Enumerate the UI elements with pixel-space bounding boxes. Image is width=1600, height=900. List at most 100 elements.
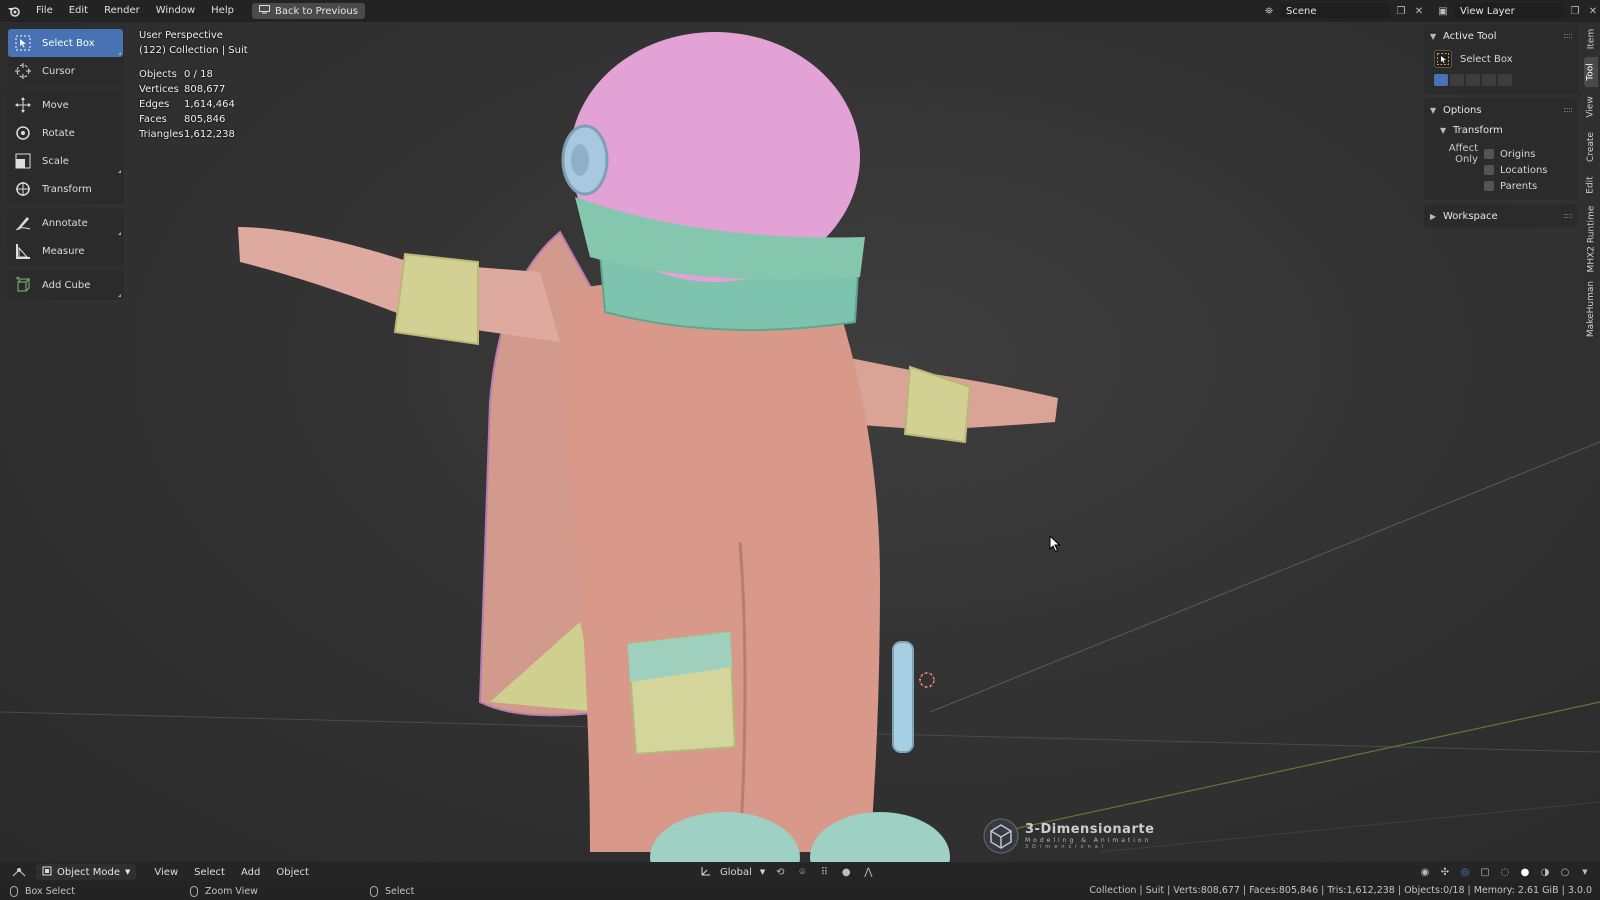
material-shading-icon[interactable]: ◑ <box>1538 865 1552 879</box>
gizmo-icon[interactable]: ✣ <box>1438 865 1452 879</box>
proportional-editing-icon[interactable]: ● <box>839 865 853 879</box>
pivot-point-icon[interactable]: ⟲ <box>773 865 787 879</box>
hint-select: Select <box>360 885 540 897</box>
tool-label: Select Box <box>42 37 95 49</box>
mode-invert-button[interactable] <box>1482 74 1496 86</box>
menu-select[interactable]: Select <box>186 867 233 878</box>
tab-create[interactable]: Create <box>1584 127 1598 167</box>
scene-icon[interactable]: ⛯ <box>1262 4 1276 18</box>
tab-edit[interactable]: Edit <box>1584 170 1598 200</box>
locations-checkbox[interactable] <box>1484 165 1494 175</box>
tool-transform[interactable]: Transform <box>8 175 123 203</box>
stat-label: Objects <box>139 69 177 80</box>
back-to-previous-button[interactable]: Back to Previous <box>251 3 365 19</box>
stat-row: Edges 1,614,464 <box>139 97 248 112</box>
menu-help[interactable]: Help <box>203 0 242 22</box>
orientation-dropdown[interactable]: Global <box>720 867 752 878</box>
stat-label: Triangles <box>139 129 184 140</box>
shading-options-icon[interactable]: ▼ <box>1578 865 1592 879</box>
tab-mhx2-runtime[interactable]: MHX2 Runtime <box>1584 203 1598 275</box>
tool-label: Cursor <box>42 65 75 77</box>
workspace-header[interactable]: ▶ Workspace <box>1424 206 1578 226</box>
tool-select-box[interactable]: Select Box <box>8 29 123 57</box>
close-layer-icon[interactable]: ✕ <box>1586 4 1600 18</box>
falloff-curve-icon[interactable]: ⋀ <box>861 865 875 879</box>
visibility-eye-icon[interactable]: ◉ <box>1418 865 1432 879</box>
duplicate-scene-icon[interactable]: ❐ <box>1394 4 1408 18</box>
affect-origins-row[interactable]: Affect Only Origins <box>1424 143 1578 165</box>
active-tool-row[interactable]: Select Box <box>1424 46 1578 72</box>
scene-selectors: ⛯ Scene ❐ ✕ ▣ View Layer ❐ ✕ <box>1262 0 1600 22</box>
chevron-down-icon: ▼ <box>1430 105 1437 115</box>
tool-group-annotate: Annotate Measure <box>7 208 124 266</box>
mode-extend-button[interactable] <box>1450 74 1464 86</box>
collection-name: (122) Collection | Suit <box>139 45 248 56</box>
affect-parents-row[interactable]: Parents <box>1424 178 1578 194</box>
mode-set-button[interactable] <box>1434 74 1448 86</box>
menu-file[interactable]: File <box>28 0 61 22</box>
rendered-shading-icon[interactable]: ○ <box>1558 865 1572 879</box>
orientation-icon[interactable] <box>700 865 712 880</box>
mode-intersect-button[interactable] <box>1498 74 1512 86</box>
astronaut-model[interactable] <box>0 22 1600 862</box>
editor-type-icon[interactable] <box>8 865 30 879</box>
menu-edit[interactable]: Edit <box>61 0 96 22</box>
snap-icon[interactable]: ⌾ <box>795 865 809 879</box>
tool-label: Add Cube <box>42 279 91 291</box>
scale-icon <box>14 152 32 170</box>
sidebar-tabs: Item Tool View Create Edit MHX2 Runtime … <box>1584 24 1600 343</box>
side-gadget-shape <box>892 641 914 753</box>
grid-line <box>1099 801 1600 853</box>
wireframe-shading-icon[interactable]: ◌ <box>1498 865 1512 879</box>
tool-group-add: Add Cube <box>7 270 124 300</box>
rotate-icon <box>14 124 32 142</box>
view-layer-icon[interactable]: ▣ <box>1436 4 1450 18</box>
tab-label: MakeHuman <box>1586 280 1597 338</box>
drag-grip-icon[interactable] <box>1564 108 1572 112</box>
drag-grip-icon[interactable] <box>1564 214 1572 218</box>
status-bar: Box Select Zoom View Select Collection |… <box>0 882 1600 900</box>
transform-subheader[interactable]: ▼ Transform <box>1424 120 1578 140</box>
tool-scale[interactable]: Scale <box>8 147 123 175</box>
xray-icon[interactable]: ▢ <box>1478 865 1492 879</box>
mode-subtract-button[interactable] <box>1466 74 1480 86</box>
tool-cursor[interactable]: Cursor <box>8 57 123 85</box>
menu-render[interactable]: Render <box>96 0 148 22</box>
tool-shelf: Select Box Cursor Move Rotate Scale Tran… <box>7 28 124 304</box>
tool-annotate[interactable]: Annotate <box>8 209 123 237</box>
duplicate-layer-icon[interactable]: ❐ <box>1568 4 1582 18</box>
active-tool-header[interactable]: ▼ Active Tool <box>1424 26 1578 46</box>
menu-add[interactable]: Add <box>233 867 268 878</box>
drag-grip-icon[interactable] <box>1564 34 1572 38</box>
origins-checkbox[interactable] <box>1484 149 1494 159</box>
blender-logo-icon[interactable] <box>0 0 28 22</box>
tab-item[interactable]: Item <box>1584 24 1598 54</box>
menu-window[interactable]: Window <box>148 0 203 22</box>
tab-tool[interactable]: Tool <box>1584 57 1598 87</box>
tool-group-transform: Move Rotate Scale Transform <box>7 90 124 204</box>
menu-object[interactable]: Object <box>268 867 317 878</box>
tool-move[interactable]: Move <box>8 91 123 119</box>
stat-value: 1,614,464 <box>184 99 235 110</box>
stat-row: Faces 805,846 <box>139 112 248 127</box>
close-scene-icon[interactable]: ✕ <box>1412 4 1426 18</box>
tab-view[interactable]: View <box>1584 90 1598 124</box>
tool-rotate[interactable]: Rotate <box>8 119 123 147</box>
grid-line <box>929 441 1600 713</box>
3d-viewport[interactable]: Select Box Cursor Move Rotate Scale Tran… <box>0 22 1600 862</box>
overlays-icon[interactable]: ◎ <box>1458 865 1472 879</box>
tool-measure[interactable]: Measure <box>8 237 123 265</box>
tool-add-cube[interactable]: Add Cube <box>8 271 123 299</box>
solid-shading-icon[interactable]: ● <box>1518 865 1532 879</box>
snap-grid-icon[interactable]: ⠿ <box>817 865 831 879</box>
options-header[interactable]: ▼ Options <box>1424 100 1578 120</box>
workspace-title: Workspace <box>1443 210 1498 222</box>
select-box-icon <box>1434 50 1452 68</box>
tab-makehuman[interactable]: MakeHuman <box>1584 278 1598 340</box>
view-layer-field[interactable]: View Layer <box>1454 3 1564 19</box>
scene-name-field[interactable]: Scene <box>1280 3 1390 19</box>
hint-label: Box Select <box>25 885 75 897</box>
parents-checkbox[interactable] <box>1484 181 1494 191</box>
menu-view[interactable]: View <box>146 867 186 878</box>
object-mode-dropdown[interactable]: Object Mode ▼ <box>36 864 137 880</box>
